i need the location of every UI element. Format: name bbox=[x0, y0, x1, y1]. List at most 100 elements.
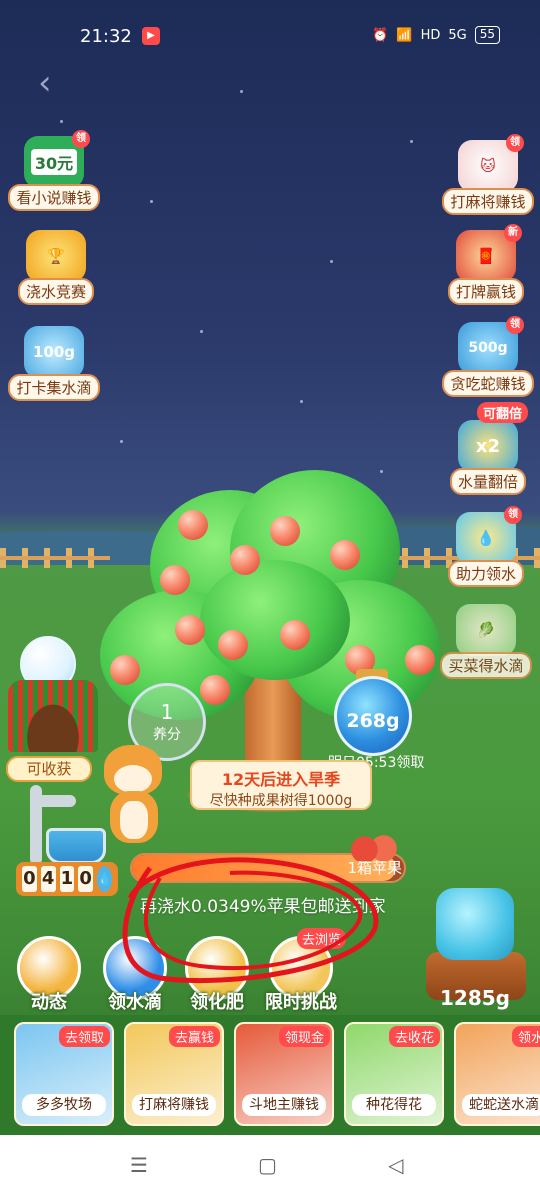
card-label: 打麻将赚钱 bbox=[132, 1094, 216, 1116]
menu-icon[interactable]: ☰ bbox=[130, 1153, 148, 1177]
status-time: 21:32 bbox=[80, 26, 132, 47]
card-tag: 领水 bbox=[511, 1026, 540, 1047]
badge: 领 bbox=[504, 506, 522, 524]
side-entry-help-water[interactable]: 💧 领 助力领水 bbox=[436, 506, 536, 587]
card-label: 种花得花 bbox=[352, 1094, 436, 1116]
watering-can-button[interactable]: 1285g bbox=[420, 880, 530, 1010]
side-entry-snake[interactable]: 500g 领 贪吃蛇赚钱 bbox=[438, 316, 538, 397]
badge: 领 bbox=[506, 134, 524, 152]
water-drop-icon: 💧 bbox=[97, 866, 113, 892]
side-entry-label: 打卡集水滴 bbox=[8, 374, 100, 401]
card-mahjong[interactable]: 去赢钱 打麻将赚钱 bbox=[124, 1022, 224, 1126]
apple bbox=[218, 630, 248, 660]
apple bbox=[178, 510, 208, 540]
alarm-icon: ⏰ bbox=[372, 27, 389, 43]
apple bbox=[330, 540, 360, 570]
water-counter: 0 4 1 0 💧 bbox=[16, 862, 118, 896]
action-label: 领水滴 bbox=[108, 992, 162, 1013]
side-entry-mahjong[interactable]: 🐱 领 打麻将赚钱 bbox=[438, 134, 538, 215]
side-entry-label: 打麻将赚钱 bbox=[442, 188, 534, 215]
side-entry-label: 打牌赢钱 bbox=[447, 278, 524, 305]
action-label: 动态 bbox=[31, 992, 67, 1013]
hd-badge: HD bbox=[420, 27, 441, 43]
counter-digit: 4 bbox=[40, 866, 56, 892]
card-label: 蛇蛇送水滴 bbox=[462, 1094, 540, 1116]
apple bbox=[110, 655, 140, 685]
apple bbox=[270, 516, 300, 546]
bottle-amount: 100g bbox=[32, 343, 76, 361]
card-tag: 去收花 bbox=[388, 1026, 440, 1047]
vegetable-patch[interactable] bbox=[8, 680, 98, 752]
cash-amount: 30元 bbox=[30, 149, 78, 175]
snake-icon: 500g 领 bbox=[458, 316, 524, 374]
card-tag: 去赢钱 bbox=[168, 1026, 220, 1047]
side-entry-buy-veg[interactable]: 🥬 买菜得水滴 bbox=[436, 604, 536, 679]
vegetable-icon: 🥬 bbox=[456, 604, 516, 656]
side-entry-label: 看小说赚钱 bbox=[8, 184, 100, 211]
action-label: 限时挑战 bbox=[265, 992, 337, 1013]
apple bbox=[280, 620, 310, 650]
apple-box-icon bbox=[350, 833, 398, 861]
card-ranch[interactable]: 去领取 多多牧场 bbox=[14, 1022, 114, 1126]
card-doudizhu[interactable]: 领现金 斗地主赚钱 bbox=[234, 1022, 334, 1126]
side-entry-label: 水量翻倍 bbox=[449, 468, 526, 495]
side-entry-read-novel[interactable]: 30元 领 看小说赚钱 bbox=[4, 130, 104, 211]
trophy-icon: 🏆 bbox=[26, 230, 86, 282]
collect-fertilizer-button[interactable]: 领化肥 bbox=[180, 936, 254, 1014]
side-entry-label: 浇水竞赛 bbox=[17, 278, 94, 305]
harvest-button[interactable]: 可收获 bbox=[6, 756, 92, 782]
apple bbox=[230, 545, 260, 575]
water-jar[interactable]: 268g bbox=[334, 676, 412, 756]
feed-button[interactable]: 动态 bbox=[12, 936, 86, 1014]
watering-can-icon bbox=[436, 888, 514, 960]
side-entry-watering-contest[interactable]: 🏆 浇水竞赛 bbox=[6, 230, 106, 305]
god-of-wealth-icon: 🧧 新 bbox=[456, 224, 522, 282]
screen-record-icon: ▶ bbox=[142, 27, 160, 45]
system-nav-bar: ☰ ▢ ◁ bbox=[0, 1135, 540, 1200]
fence bbox=[0, 548, 110, 568]
water-balance: 1285g bbox=[440, 986, 510, 1010]
action-label: 领化肥 bbox=[190, 992, 244, 1013]
apple bbox=[200, 675, 230, 705]
card-tag: 去领取 bbox=[58, 1026, 110, 1047]
new-badge: 领 bbox=[72, 130, 90, 148]
timed-challenge-button[interactable]: 限时挑战 去浏览 bbox=[264, 928, 346, 1014]
side-entry-double-water[interactable]: x2 可翻倍 水量翻倍 bbox=[438, 402, 538, 495]
side-entry-label: 买菜得水滴 bbox=[440, 652, 532, 679]
collect-water-button[interactable]: 领水滴 bbox=[98, 936, 172, 1014]
double-multiplier: x2 bbox=[475, 435, 501, 457]
nutrient-value: 1 bbox=[160, 700, 174, 724]
home-icon[interactable]: ▢ bbox=[258, 1153, 277, 1177]
cash-icon: 30元 领 bbox=[24, 130, 90, 188]
drought-countdown: 12天后进入旱季 bbox=[221, 770, 341, 789]
apple bbox=[160, 565, 190, 595]
back-arrow-icon[interactable]: ‹ bbox=[38, 66, 60, 100]
side-entry-label: 助力领水 bbox=[447, 560, 524, 587]
shiba-dog[interactable] bbox=[98, 745, 168, 845]
battery-icon: 55 bbox=[474, 26, 500, 44]
counter-digit: 0 bbox=[78, 866, 94, 892]
drought-tip: 尽快种成果树得1000g bbox=[209, 793, 353, 809]
side-entry-checkin-water[interactable]: 100g 打卡集水滴 bbox=[4, 326, 104, 401]
card-label: 多多牧场 bbox=[22, 1094, 106, 1116]
card-tag: 领现金 bbox=[278, 1026, 330, 1047]
snake-amount: 500g bbox=[468, 340, 508, 356]
wifi-icon: 📶 bbox=[396, 27, 413, 43]
browse-badge: 去浏览 bbox=[296, 928, 346, 949]
back-icon[interactable]: ◁ bbox=[388, 1153, 403, 1177]
status-bar: 21:32 ▶ ⏰ 📶 HD 5G 55 bbox=[0, 20, 540, 54]
side-entry-card-game[interactable]: 🧧 新 打牌赢钱 bbox=[436, 224, 536, 305]
help-water-icon: 💧 领 bbox=[456, 506, 522, 564]
badge: 新 bbox=[504, 224, 522, 242]
fortune-cat-icon: 🐱 领 bbox=[458, 134, 524, 192]
drought-notice: 12天后进入旱季 尽快种成果树得1000g bbox=[190, 760, 372, 810]
side-entry-label: 贪吃蛇赚钱 bbox=[442, 370, 534, 397]
apple bbox=[175, 615, 205, 645]
water-bucket bbox=[46, 828, 106, 864]
progress-hint: 再浇水0.0349%苹果包邮送到家 bbox=[140, 897, 386, 917]
cellular-signal-icon: 5G bbox=[448, 27, 467, 43]
counter-digit: 1 bbox=[59, 866, 75, 892]
card-snake-water[interactable]: 领水 蛇蛇送水滴 bbox=[454, 1022, 540, 1126]
card-flowers[interactable]: 去收花 种花得花 bbox=[344, 1022, 444, 1126]
nutrient-label: 养分 bbox=[153, 727, 181, 743]
